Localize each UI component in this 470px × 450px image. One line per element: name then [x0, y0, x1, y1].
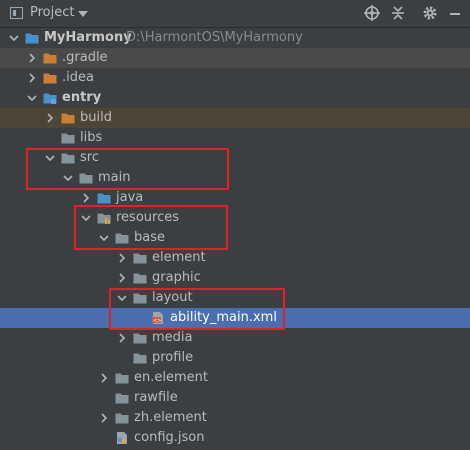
- tree-row[interactable]: graphic: [0, 268, 470, 288]
- tree-item-label: entry: [62, 90, 102, 105]
- chevron-right-icon[interactable]: [98, 372, 110, 384]
- chevron-right-icon[interactable]: [80, 192, 92, 204]
- tree-item-label: layout: [152, 290, 193, 305]
- tree-item-label: libs: [80, 130, 103, 145]
- folder-icon: [43, 71, 57, 85]
- folder-icon: [25, 31, 39, 45]
- chevron-down-icon[interactable]: [44, 152, 56, 164]
- chevron-down-icon[interactable]: [116, 292, 128, 304]
- chevron-right-icon[interactable]: [116, 272, 128, 284]
- chevron-down-icon[interactable]: [78, 11, 88, 17]
- folder-icon: [43, 91, 57, 105]
- tree-item-label: .gradle: [62, 50, 108, 65]
- tree-row[interactable]: base: [0, 228, 470, 248]
- collapse-all-icon[interactable]: [389, 4, 407, 22]
- tree-row[interactable]: en.element: [0, 368, 470, 388]
- folder-icon: [79, 171, 93, 185]
- folder-icon: [133, 351, 147, 365]
- tree-row[interactable]: element: [0, 248, 470, 268]
- minimize-icon[interactable]: [446, 4, 464, 22]
- folder-icon: [115, 371, 129, 385]
- tree-row[interactable]: main: [0, 168, 470, 188]
- tree-row[interactable]: zh.element: [0, 408, 470, 428]
- panel-title[interactable]: Project: [30, 5, 74, 20]
- xml-file-icon: <>: [151, 311, 165, 325]
- tree-item-label: base: [134, 230, 165, 245]
- svg-text:<>: <>: [153, 318, 161, 324]
- tree-item-label: config.json: [134, 430, 205, 445]
- tree-item-label: rawfile: [134, 390, 178, 405]
- project-icon: [10, 7, 23, 19]
- tree-item-label: graphic: [152, 270, 201, 285]
- chevron-right-icon[interactable]: [26, 72, 38, 84]
- folder-icon: [97, 211, 111, 225]
- tree-item-label: profile: [152, 350, 194, 365]
- folder-icon: [115, 391, 129, 405]
- folder-icon: [115, 411, 129, 425]
- tree-row[interactable]: profile: [0, 348, 470, 368]
- locate-file-icon[interactable]: [363, 4, 381, 22]
- tree-row[interactable]: <> ability_main.xml: [0, 308, 470, 328]
- tree-row[interactable]: entry: [0, 88, 470, 108]
- chevron-right-icon[interactable]: [98, 412, 110, 424]
- tree-item-label: ability_main.xml: [170, 310, 277, 325]
- tree-row[interactable]: .gradle: [0, 48, 470, 68]
- json-file-icon: [115, 431, 129, 445]
- tree-item-label: src: [80, 150, 99, 165]
- folder-icon: [133, 271, 147, 285]
- folder-icon: [43, 51, 57, 65]
- folder-icon: [115, 231, 129, 245]
- gear-icon[interactable]: [421, 4, 439, 22]
- tree-row[interactable]: build: [0, 108, 470, 128]
- chevron-down-icon[interactable]: [26, 92, 38, 104]
- tree-item-label: media: [152, 330, 193, 345]
- tree-row[interactable]: src: [0, 148, 470, 168]
- tree-row[interactable]: java: [0, 188, 470, 208]
- folder-icon: [133, 331, 147, 345]
- project-panel-header: Project: [0, 0, 470, 28]
- tree-item-label: resources: [116, 210, 180, 225]
- chevron-down-icon[interactable]: [8, 32, 20, 44]
- tree-row[interactable]: MyHarmony D:\HarmontOS\MyHarmony: [0, 28, 470, 48]
- tree-row[interactable]: rawfile: [0, 388, 470, 408]
- folder-icon: [61, 131, 75, 145]
- tree-item-label: .idea: [62, 70, 94, 85]
- tree-item-label: element: [152, 250, 206, 265]
- folder-icon: [61, 111, 75, 125]
- chevron-right-icon[interactable]: [44, 112, 56, 124]
- chevron-right-icon[interactable]: [116, 332, 128, 344]
- chevron-down-icon[interactable]: [98, 232, 110, 244]
- tree-row[interactable]: media: [0, 328, 470, 348]
- folder-icon: [97, 191, 111, 205]
- tree-item-label: en.element: [134, 370, 208, 385]
- tree-item-label: build: [80, 110, 112, 125]
- tree-row[interactable]: libs: [0, 128, 470, 148]
- folder-icon: [61, 151, 75, 165]
- tree-row[interactable]: .idea: [0, 68, 470, 88]
- chevron-down-icon[interactable]: [62, 172, 74, 184]
- tree-item-label: zh.element: [134, 410, 207, 425]
- tree-row[interactable]: layout: [0, 288, 470, 308]
- folder-icon: [133, 291, 147, 305]
- chevron-right-icon[interactable]: [26, 52, 38, 64]
- tree-item-label: java: [116, 190, 144, 205]
- folder-icon: [133, 251, 147, 265]
- tree-item-label: main: [98, 170, 131, 185]
- tree-row[interactable]: resources: [0, 208, 470, 228]
- tree-row[interactable]: config.json: [0, 428, 470, 448]
- chevron-right-icon[interactable]: [116, 252, 128, 264]
- tree-item-label: MyHarmony: [44, 30, 132, 45]
- chevron-down-icon[interactable]: [80, 212, 92, 224]
- project-path: D:\HarmontOS\MyHarmony: [126, 30, 303, 45]
